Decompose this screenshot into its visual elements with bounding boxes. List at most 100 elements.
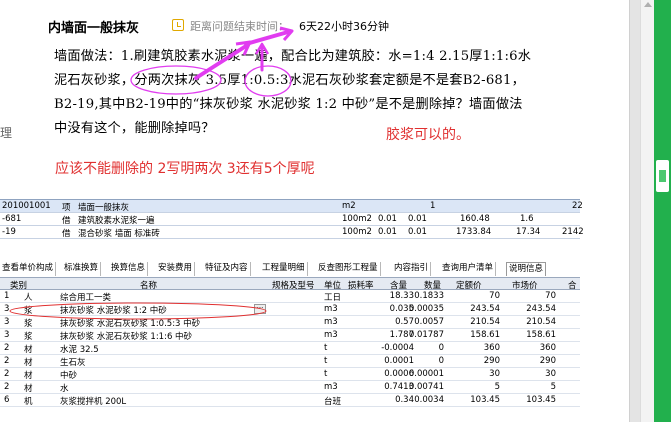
- cell-total: 22: [572, 201, 583, 211]
- table-cell: t: [324, 369, 328, 379]
- table-cell: 30: [545, 369, 556, 379]
- table-cell: 工日: [324, 293, 342, 303]
- table-cell: 290: [539, 356, 556, 366]
- table-cell: 材: [24, 371, 33, 381]
- table-cell: 3: [4, 330, 10, 340]
- material-grid: 类别 名称 规格及型号 单位 损耗率 含量 数量 定额价 市场价 合 1 人 综合用…: [0, 277, 580, 407]
- table-cell: 2: [4, 382, 10, 392]
- vertical-scrollbar[interactable]: [640, 0, 654, 422]
- table-cell: 243.54: [470, 304, 500, 314]
- quota-grid: 201001001 项 墙面一般抹灰 m2 1 22 -681 借 建筑胶素水泥…: [0, 199, 584, 239]
- tab-description[interactable]: 说明信息: [506, 262, 547, 276]
- table-cell: 浆: [24, 332, 33, 342]
- table-cell: 灰浆搅拌机 200L: [60, 397, 127, 407]
- table-row[interactable]: 2 材 生石灰 t 0.0001 0 290 290: [0, 355, 580, 368]
- cell-code: -681: [2, 214, 22, 224]
- table-row[interactable]: 6 机 灰浆搅拌机 200L 台班 0.34 0.0034 103.45 103.45: [0, 394, 580, 407]
- cell-code: 201001001: [2, 201, 51, 211]
- table-cell: 0.57: [395, 317, 414, 327]
- table-row[interactable]: -19 借 混合砂浆 墙面 标准砖 100m2 0.01 0.01 1733.8…: [0, 226, 584, 239]
- table-cell: 中砂: [60, 371, 78, 381]
- question-body: 墙面做法：1.刷建筑胶素水泥浆一遍，配合比为建筑胶：水=1:4 2.15厚1:1…: [54, 45, 589, 141]
- table-cell: 2: [4, 356, 10, 366]
- table-cell: 水泥 32.5: [60, 345, 99, 355]
- table-cell: 103.45: [470, 395, 500, 405]
- table-cell: 材: [24, 384, 33, 394]
- cell-code: -19: [2, 227, 16, 237]
- table-cell: 0.0034: [414, 395, 444, 405]
- table-cell: 0.01787: [408, 330, 444, 340]
- table-cell: m3: [324, 330, 338, 340]
- table-cell: 0: [438, 356, 444, 366]
- table-header: 类别 名称 规格及型号 单位 损耗率 含量 数量 定额价 市场价 合: [0, 277, 580, 291]
- more-options-button[interactable]: ···: [254, 304, 266, 314]
- table-row[interactable]: 3 浆抹灰砂浆 水泥石灰砂浆 1:1:6 中砂 m3 1.787 0.01787 158.…: [0, 329, 580, 342]
- tab-std-conversion[interactable]: 标准换算: [62, 262, 102, 276]
- tab-features[interactable]: 特征及内容: [203, 262, 251, 276]
- question-title: 内墙面一般抹灰: [48, 21, 140, 36]
- table-cell: 158.61: [470, 330, 500, 340]
- cell-name: 墙面一般抹灰: [78, 203, 130, 213]
- table-row[interactable]: 3 浆 抹灰砂浆 水泥石灰砂浆 1:0.5:3 中砂 m3 0.57 0.0057 210.…: [0, 316, 580, 329]
- table-cell: 抹灰砂浆 水泥石灰砂浆 1:1:6 中砂: [60, 332, 193, 342]
- table-cell: 210.54: [526, 317, 556, 327]
- annotation-glue-ok: 胶浆可以的。: [386, 127, 470, 143]
- tab-content-guide[interactable]: 内容指引: [392, 262, 432, 276]
- table-cell: m3: [324, 317, 338, 327]
- body-line: B2-19,其中B2-19中的“抹灰砂浆 水泥砂浆 1:2 中砂”是不是删除掉？…: [54, 97, 523, 112]
- table-row[interactable]: 2 材中砂 t 0.0006 0.00001 30 30: [0, 368, 580, 381]
- tab-reverse-lookup[interactable]: 反查图形工程量: [316, 262, 381, 276]
- clock-icon: [172, 19, 184, 31]
- table-cell: 360: [539, 343, 556, 353]
- table-row[interactable]: 3 浆抹灰砂浆 水泥砂浆 1:2 中砂 m3 0.035 0.00035 243.54 24…: [0, 303, 580, 316]
- tab-user-list[interactable]: 查询用户清单: [440, 262, 497, 276]
- cell-unit: 100m2: [342, 227, 372, 237]
- cell-qty: 0.01: [408, 227, 427, 237]
- table-cell: 210.54: [470, 317, 500, 327]
- table-row[interactable]: 2 材 水泥 32.5 t -0.0004 0 360 360: [0, 342, 580, 355]
- table-row[interactable]: 1 人 综合用工一类 工日 18.33 0.1833 70 70: [0, 290, 580, 303]
- table-row[interactable]: -681 借 建筑胶素水泥浆一遍 100m2 0.01 0.01 160.48 …: [0, 213, 580, 226]
- table-cell: 360: [483, 343, 500, 353]
- table-row[interactable]: 2 材水 m3 0.7413 0.00741 5 5: [0, 381, 580, 394]
- table-cell: 30: [489, 369, 500, 379]
- table-cell: 台班: [324, 397, 342, 407]
- table-cell: 生石灰: [60, 358, 86, 368]
- table-cell: t: [324, 356, 328, 366]
- cell-content: 0.01: [378, 227, 397, 237]
- side-green-bar: [654, 0, 671, 422]
- table-cell: 3: [4, 317, 10, 327]
- cell-name: 建筑胶素水泥浆一遍: [78, 216, 155, 226]
- cell-price: 160.48: [460, 214, 490, 224]
- table-cell: 0.0057: [414, 317, 444, 327]
- scroll-up-arrow-icon[interactable]: [644, 2, 652, 7]
- table-cell: 158.61: [526, 330, 556, 340]
- cell-content: 0.01: [378, 214, 397, 224]
- table-cell: 综合用工一类: [60, 293, 112, 303]
- table-cell: 0: [438, 343, 444, 353]
- tab-install-fee[interactable]: 安装费用: [156, 262, 196, 276]
- table-cell: 浆: [24, 306, 33, 316]
- table-row[interactable]: 201001001 项 墙面一般抹灰 m2 1 22: [0, 200, 583, 213]
- table-cell: 材: [24, 358, 33, 368]
- detail-tabs: 查看单价构成 标准换算 换算信息 安装费用 特征及内容 工程量明细 反查图形工程…: [0, 262, 560, 277]
- tab-quantity-detail[interactable]: 工程量明细: [260, 262, 308, 276]
- side-tab-icon[interactable]: [656, 160, 669, 192]
- table-cell: 2: [4, 343, 10, 353]
- table-cell: 70: [545, 291, 556, 301]
- table-cell: 抹灰砂浆 水泥石灰砂浆 1:0.5:3 中砂: [60, 319, 201, 329]
- tab-unit-price[interactable]: 查看单价构成: [0, 262, 57, 276]
- table-cell: m3: [324, 304, 338, 314]
- deadline-label: 距离问题结束时间：: [190, 20, 289, 33]
- table-cell: 243.54: [526, 304, 556, 314]
- table-cell: 5: [494, 382, 500, 392]
- table-cell: 人: [24, 293, 33, 303]
- table-cell: 3: [4, 304, 10, 314]
- tab-conversion-info[interactable]: 换算信息: [109, 262, 149, 276]
- cell-amount: 17.34: [516, 227, 541, 237]
- table-cell: 材: [24, 345, 33, 355]
- body-line: 中没有这个，能删除掉吗？: [54, 121, 215, 136]
- cell-unit: 100m2: [342, 214, 372, 224]
- table-cell: 6: [4, 395, 10, 405]
- right-panel-divider: [629, 0, 640, 422]
